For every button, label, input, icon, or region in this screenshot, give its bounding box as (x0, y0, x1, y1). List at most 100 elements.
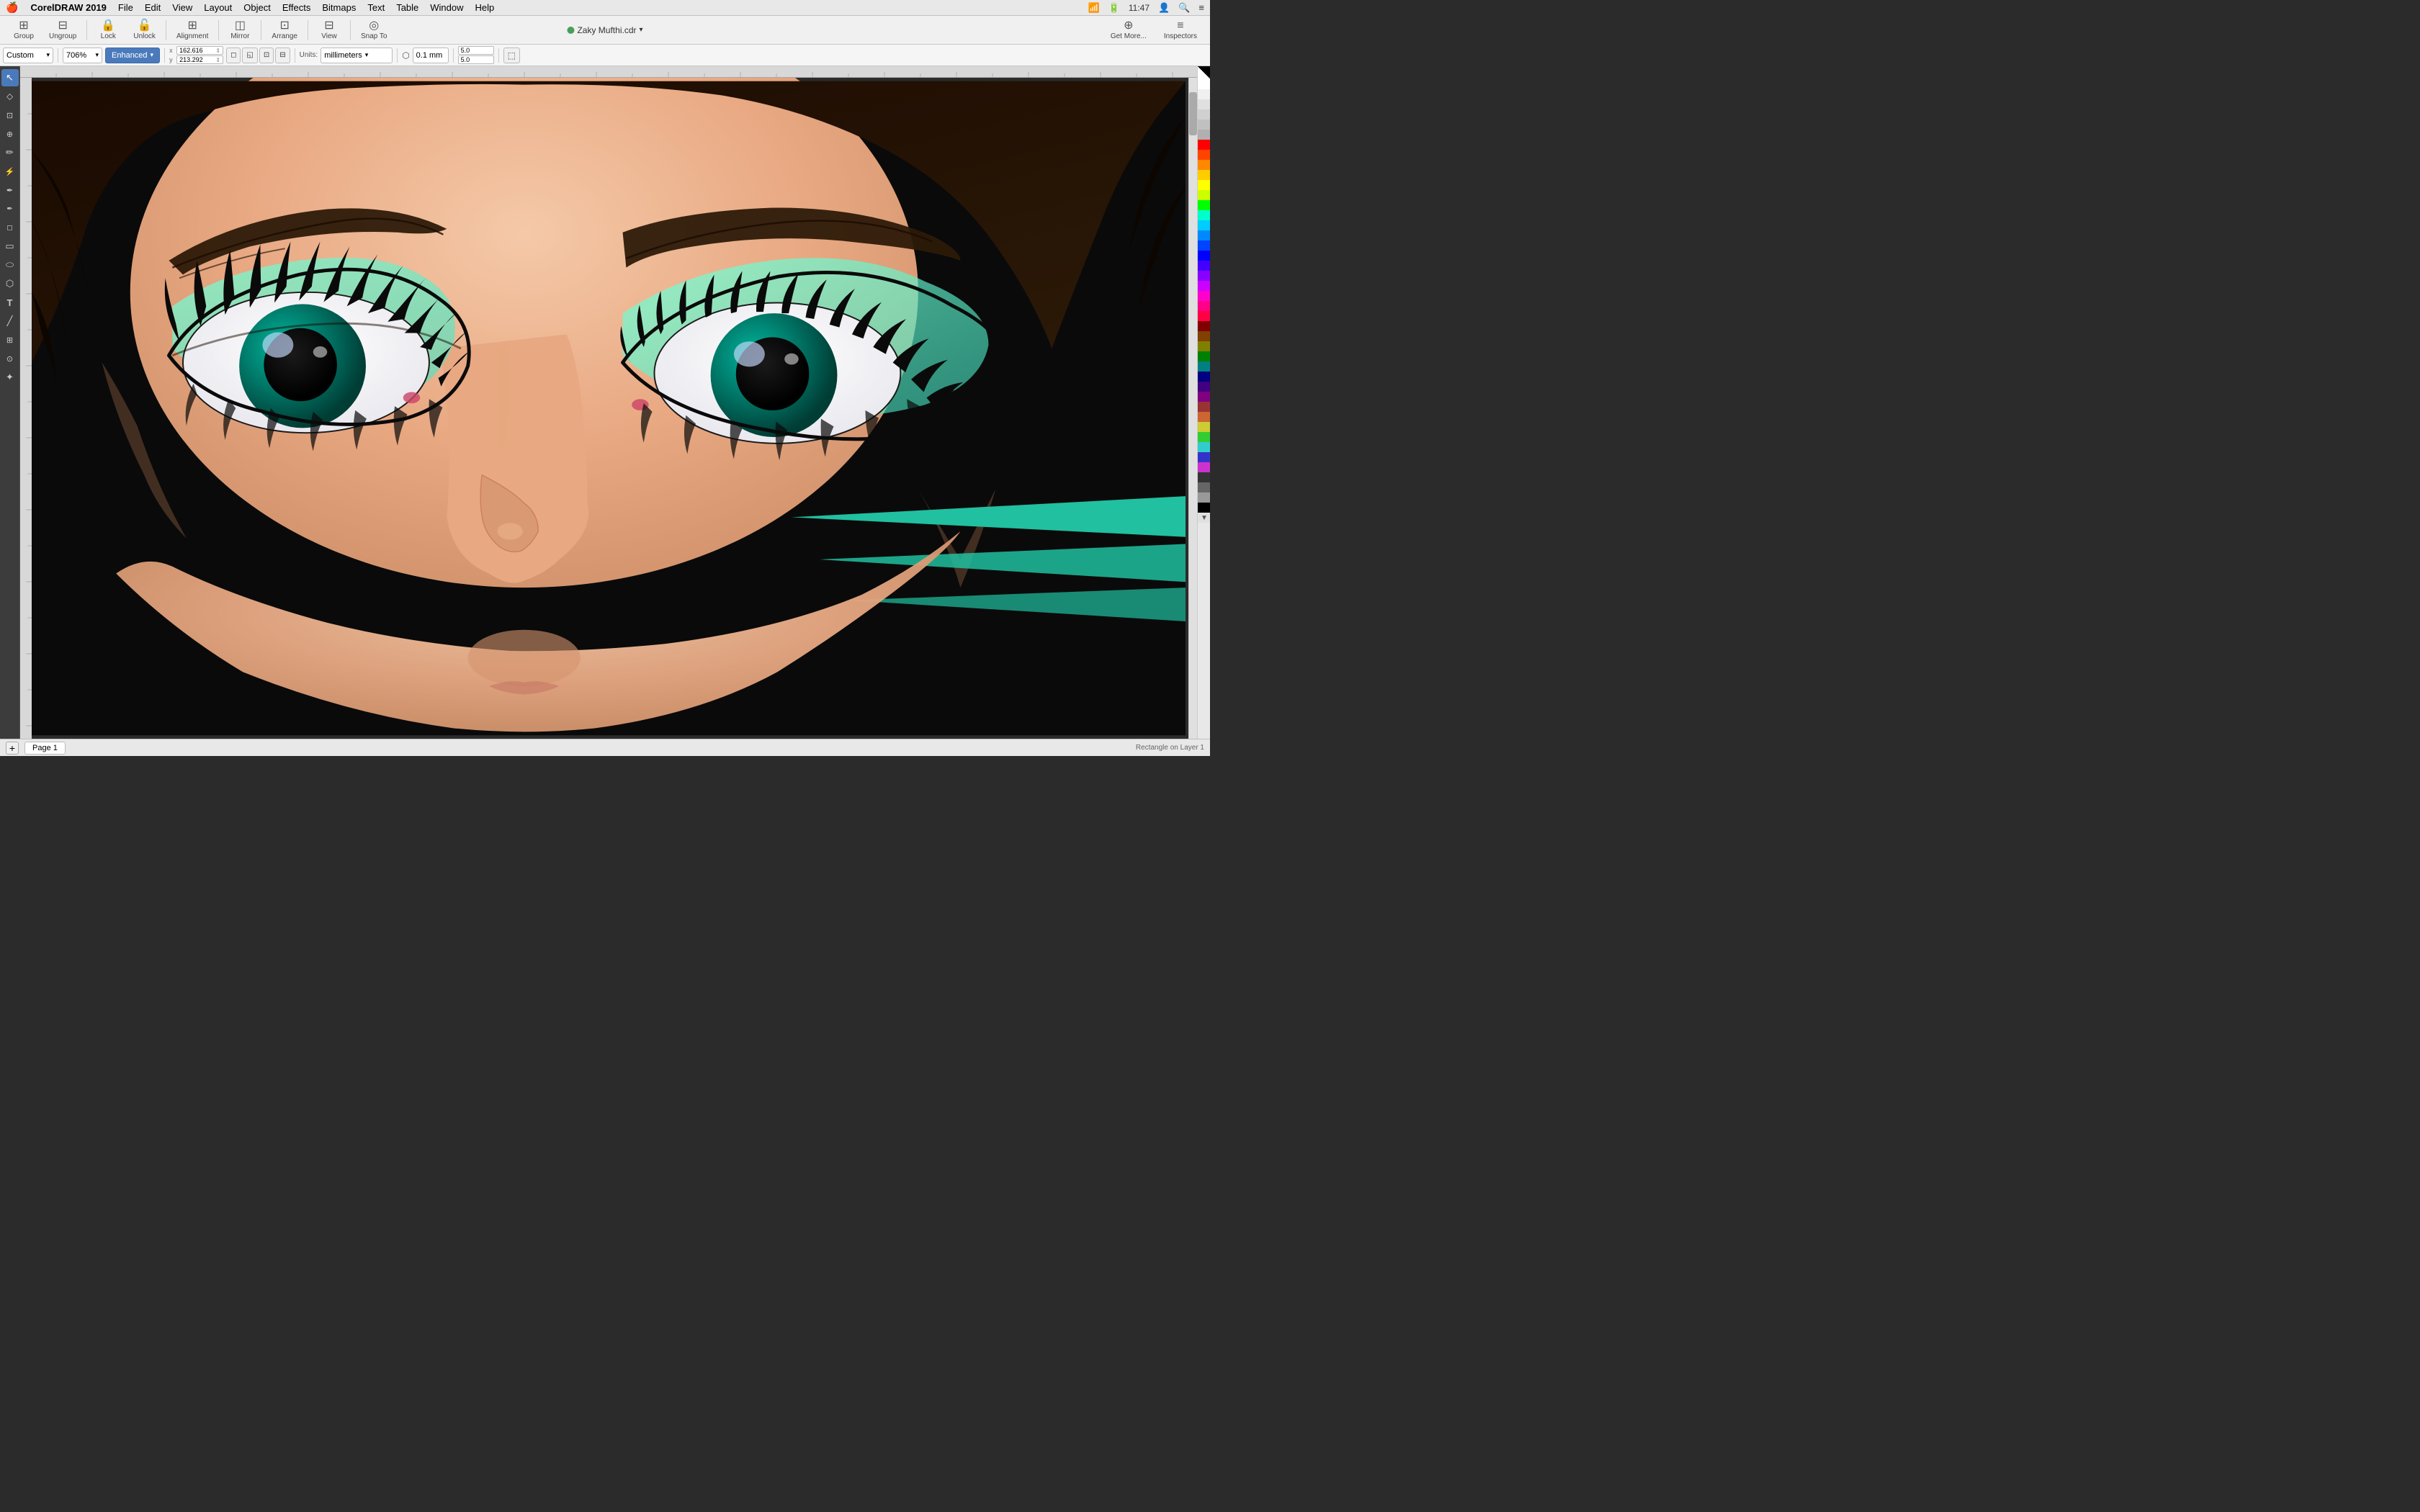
vertical-scrollbar[interactable] (1188, 78, 1197, 739)
color-blue3[interactable] (1198, 251, 1210, 261)
arrange-button[interactable]: ⊡ Arrange (264, 19, 305, 42)
control-center-icon[interactable]: ≡ (1198, 2, 1204, 13)
inspectors-button[interactable]: ≡ Inspectors (1157, 19, 1204, 42)
freehand-tool[interactable]: ✏ (1, 144, 19, 161)
color-aqua[interactable] (1198, 442, 1210, 452)
menu-help[interactable]: Help (470, 1, 500, 14)
menu-edit[interactable]: Edit (140, 1, 166, 14)
page-envelope-button[interactable]: ⬚ (503, 48, 520, 63)
color-violet2[interactable] (1198, 271, 1210, 281)
color-brick[interactable] (1198, 402, 1210, 412)
eraser-tool[interactable]: ◻ (1, 219, 19, 236)
get-more-button[interactable]: ⊕ Get More... (1103, 19, 1154, 42)
file-dropdown-icon[interactable]: ▾ (640, 26, 643, 34)
menu-table[interactable]: Table (391, 1, 424, 14)
scale-button[interactable]: ◻ (226, 48, 241, 63)
y-position-input[interactable]: 213.292 ⇕ (176, 55, 223, 64)
page-1-tab[interactable]: Page 1 (24, 742, 66, 755)
mesh-fill-tool[interactable]: ⊞ (1, 331, 19, 348)
scrollbar-thumb[interactable] (1189, 92, 1197, 135)
color-silver[interactable] (1198, 120, 1210, 130)
color-amber[interactable] (1198, 170, 1210, 180)
color-blue1[interactable] (1198, 230, 1210, 240)
calligraphy-tool[interactable]: ✒ (1, 200, 19, 217)
flip-h-button[interactable]: ⊡ (259, 48, 274, 63)
color-springgreen[interactable] (1198, 210, 1210, 220)
color-yellowgreen[interactable] (1198, 190, 1210, 200)
rectangle-tool[interactable]: ▭ (1, 238, 19, 255)
no-color-swatch[interactable] (1198, 66, 1210, 79)
menu-object[interactable]: Object (238, 1, 276, 14)
menu-text[interactable]: Text (362, 1, 390, 14)
color-darkgray2[interactable] (1198, 482, 1210, 492)
zoom-select[interactable]: 706% ▾ (63, 48, 102, 63)
color-black[interactable] (1198, 503, 1210, 513)
pen-tool[interactable]: ✒ (1, 181, 19, 199)
search-icon[interactable]: 🔍 (1178, 2, 1190, 14)
color-medgray[interactable] (1198, 492, 1210, 503)
color-pink1[interactable] (1198, 301, 1210, 311)
outline-width-input[interactable]: 0.1 mm (413, 48, 449, 63)
interactive-fill-tool[interactable]: ✦ (1, 369, 19, 386)
flip-v-button[interactable]: ⊟ (275, 48, 290, 63)
ungroup-button[interactable]: ⊟ Ungroup (42, 19, 84, 42)
color-orange[interactable] (1198, 160, 1210, 170)
color-skyblue[interactable] (1198, 220, 1210, 230)
artwork-canvas[interactable] (32, 78, 1186, 739)
color-olive[interactable] (1198, 341, 1210, 351)
menu-window[interactable]: Window (425, 1, 468, 14)
color-pink2[interactable] (1198, 311, 1210, 321)
app-name-menu[interactable]: CorelDRAW 2019 (25, 1, 111, 14)
menu-effects[interactable]: Effects (277, 1, 316, 14)
text-tool[interactable]: T (1, 294, 19, 311)
zoom-tool[interactable]: ⊕ (1, 125, 19, 143)
nudge-x-input[interactable]: 5.0 (458, 46, 494, 55)
add-page-button[interactable]: + (6, 742, 19, 755)
selector-tool[interactable]: ↖ (1, 69, 19, 86)
menu-layout[interactable]: Layout (199, 1, 237, 14)
units-select[interactable]: millimeters ▾ (321, 48, 393, 63)
color-darkgray1[interactable] (1198, 472, 1210, 482)
x-spinner[interactable]: ⇕ (215, 48, 220, 54)
color-lightgray1[interactable] (1198, 89, 1210, 99)
color-orangered[interactable] (1198, 150, 1210, 160)
nudge-y-input[interactable]: 5.0 (458, 55, 494, 64)
view-mode-button[interactable]: Enhanced ▾ (105, 48, 160, 63)
color-navy[interactable] (1198, 372, 1210, 382)
menu-file[interactable]: File (113, 1, 138, 14)
color-darkred[interactable] (1198, 321, 1210, 331)
color-lime[interactable] (1198, 432, 1210, 442)
lock-button[interactable]: 🔒 Lock (90, 19, 126, 42)
y-spinner[interactable]: ⇕ (215, 57, 220, 63)
palette-scroll-down[interactable]: ▼ (1198, 513, 1210, 523)
color-green[interactable] (1198, 200, 1210, 210)
unlock-button[interactable]: 🔓 Unlock (126, 19, 163, 42)
mirror-button[interactable]: ◫ Mirror (222, 19, 258, 42)
eyedropper-tool[interactable]: ⊙ (1, 350, 19, 367)
smart-draw-tool[interactable]: ⚡ (1, 163, 19, 180)
color-darkpurple[interactable] (1198, 392, 1210, 402)
rotate-button[interactable]: ◱ (242, 48, 257, 63)
color-lightgray2[interactable] (1198, 99, 1210, 109)
polygon-tool[interactable]: ⬡ (1, 275, 19, 292)
ellipse-tool[interactable]: ⬭ (1, 256, 19, 274)
color-lightgray3[interactable] (1198, 109, 1210, 120)
color-khaki[interactable] (1198, 422, 1210, 432)
color-purple[interactable] (1198, 281, 1210, 291)
color-yellow[interactable] (1198, 180, 1210, 190)
x-position-input[interactable]: 162.616 ⇕ (176, 46, 223, 55)
color-darkgreen[interactable] (1198, 351, 1210, 361)
color-orchid[interactable] (1198, 462, 1210, 472)
snapto-button[interactable]: ◎ Snap To (354, 19, 395, 42)
color-white[interactable] (1198, 79, 1210, 89)
canvas-area[interactable] (20, 66, 1197, 739)
color-teal[interactable] (1198, 361, 1210, 372)
view-button[interactable]: ⊟ View (311, 19, 347, 42)
page-size-select[interactable]: Custom ▾ (3, 48, 53, 63)
color-medblue[interactable] (1198, 452, 1210, 462)
menu-view[interactable]: View (167, 1, 197, 14)
color-tan[interactable] (1198, 412, 1210, 422)
color-blue2[interactable] (1198, 240, 1210, 251)
node-edit-tool[interactable]: ⬦ (1, 88, 19, 105)
alignment-button[interactable]: ⊞ Alignment (169, 19, 215, 42)
